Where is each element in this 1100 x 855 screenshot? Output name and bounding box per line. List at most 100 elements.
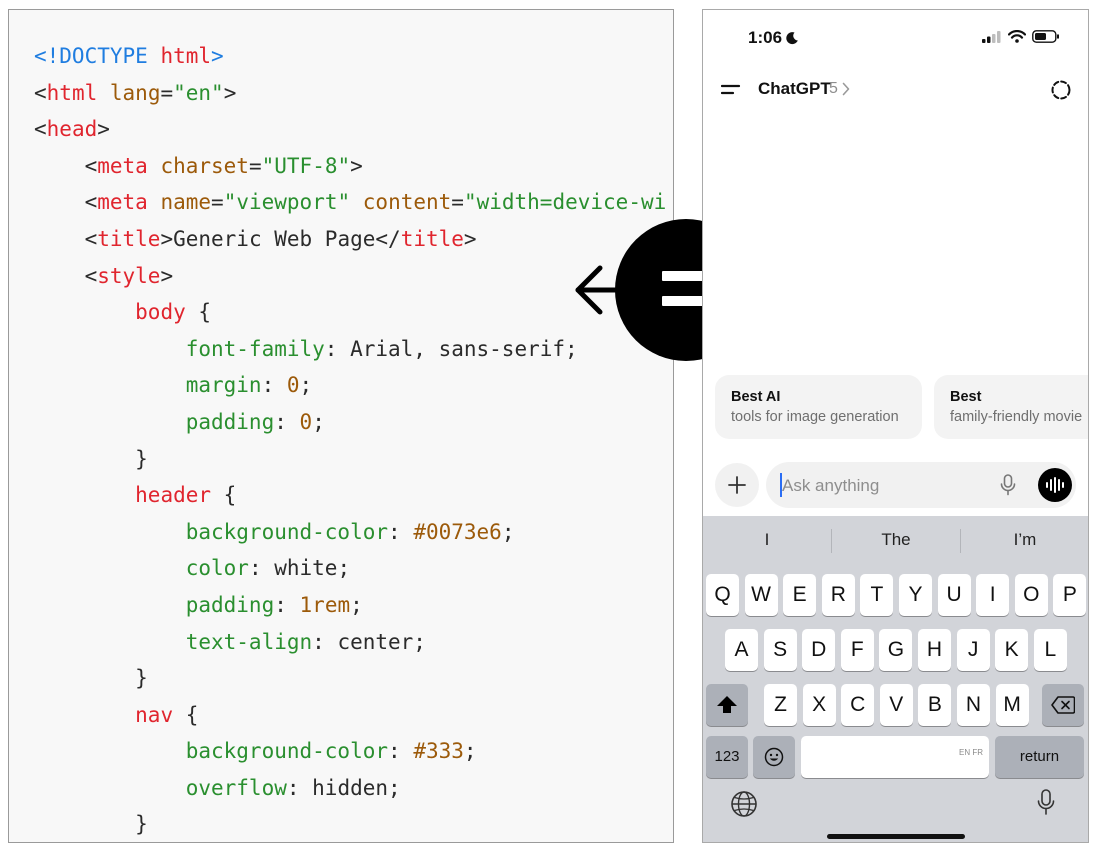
key-l[interactable]: L bbox=[1033, 629, 1067, 671]
app-title[interactable]: ChatGPT bbox=[758, 79, 831, 99]
key-e[interactable]: E bbox=[783, 574, 817, 616]
menu-icon[interactable] bbox=[721, 82, 741, 98]
key-y[interactable]: Y bbox=[899, 574, 932, 616]
message-input[interactable]: Ask anything bbox=[782, 476, 879, 496]
code-token: : bbox=[274, 409, 300, 434]
key-k[interactable]: K bbox=[995, 629, 1029, 671]
delete-key[interactable] bbox=[1042, 684, 1084, 726]
key-z[interactable]: Z bbox=[764, 684, 797, 726]
code-token: = bbox=[248, 153, 262, 178]
code-line: background-color: #0073e6; bbox=[34, 514, 666, 551]
key-j[interactable]: J bbox=[956, 629, 990, 671]
code-token: } bbox=[34, 446, 148, 471]
code-token: "width=device-wi bbox=[463, 190, 667, 215]
prediction-item[interactable]: The bbox=[832, 516, 960, 564]
key-h[interactable]: H bbox=[918, 629, 951, 671]
code-token: 0 bbox=[286, 373, 300, 398]
attach-button[interactable] bbox=[715, 463, 759, 507]
prediction-item[interactable]: I’m bbox=[961, 516, 1088, 564]
code-token: ; bbox=[312, 409, 325, 434]
code-line: margin: 0; bbox=[34, 367, 666, 404]
status-time: 1:06 bbox=[748, 28, 783, 47]
dashed-circle-icon[interactable] bbox=[1050, 79, 1072, 101]
status-clock: 1:06 bbox=[748, 28, 799, 48]
chevron-right-icon[interactable] bbox=[842, 82, 850, 96]
key-p[interactable]: P bbox=[1053, 574, 1087, 616]
emoji-key[interactable] bbox=[753, 736, 795, 778]
code-line: <meta charset="UTF-8"> bbox=[34, 148, 666, 185]
key-q[interactable]: Q bbox=[706, 574, 739, 616]
code-token: < bbox=[34, 153, 98, 178]
code-token: : bbox=[274, 592, 300, 617]
code-token: body bbox=[135, 300, 186, 325]
key-c[interactable]: C bbox=[841, 684, 875, 726]
key-s[interactable]: S bbox=[763, 629, 797, 671]
code-token: : hidden; bbox=[286, 775, 401, 800]
code-token: > bbox=[160, 263, 174, 288]
code-token: : Arial, sans-serif; bbox=[324, 336, 578, 361]
code-token: "viewport" bbox=[223, 190, 351, 215]
dictation-microphone-icon[interactable] bbox=[1036, 788, 1056, 818]
code-line: color: white; bbox=[34, 550, 666, 587]
key-r[interactable]: R bbox=[821, 574, 855, 616]
key-a[interactable]: A bbox=[725, 629, 758, 671]
return-key[interactable]: return bbox=[995, 736, 1084, 778]
code-panel: <!DOCTYPE html> <html lang="en"> <head> <m… bbox=[8, 9, 674, 843]
code-line: } bbox=[34, 806, 666, 842]
shift-key[interactable] bbox=[706, 684, 748, 726]
key-n[interactable]: N bbox=[957, 684, 990, 726]
model-version[interactable]: 5 bbox=[829, 80, 838, 98]
code-line: <html lang="en"> bbox=[34, 75, 666, 112]
backspace-icon bbox=[1051, 696, 1076, 714]
code-line: padding: 0; bbox=[34, 404, 666, 441]
home-indicator[interactable] bbox=[827, 834, 965, 839]
code-token: : center; bbox=[312, 629, 426, 654]
code-token: 1rem bbox=[299, 592, 351, 617]
code-token: padding bbox=[185, 592, 275, 617]
code-line: <!DOCTYPE html> bbox=[34, 38, 666, 75]
key-f[interactable]: F bbox=[840, 629, 874, 671]
message-input-bar[interactable]: Ask anything bbox=[766, 462, 1076, 508]
suggestion-card[interactable]: Best AI tools for image generation bbox=[715, 375, 922, 439]
key-u[interactable]: U bbox=[937, 574, 971, 616]
battery-icon bbox=[1032, 30, 1059, 43]
code-token: = bbox=[211, 190, 224, 215]
key-g[interactable]: G bbox=[879, 629, 913, 671]
plus-icon bbox=[728, 476, 746, 494]
globe-icon[interactable] bbox=[730, 790, 758, 818]
key-v[interactable]: V bbox=[879, 684, 913, 726]
prediction-item[interactable]: I bbox=[703, 516, 831, 564]
code-token: < bbox=[34, 80, 47, 105]
key-x[interactable]: X bbox=[802, 684, 836, 726]
code-token: { bbox=[185, 300, 212, 325]
key-d[interactable]: D bbox=[802, 629, 836, 671]
key-t[interactable]: T bbox=[860, 574, 894, 616]
key-b[interactable]: B bbox=[918, 684, 952, 726]
numbers-key[interactable]: 123 bbox=[706, 736, 748, 778]
code-token: > bbox=[211, 44, 224, 68]
key-i[interactable]: I bbox=[976, 574, 1010, 616]
key-w[interactable]: W bbox=[744, 574, 778, 616]
code-token: { bbox=[173, 702, 199, 727]
suggestion-card[interactable]: Best family-friendly movie bbox=[934, 375, 1088, 439]
code-token: head bbox=[46, 117, 98, 142]
code-token: ; bbox=[350, 592, 363, 617]
code-token: } bbox=[34, 812, 148, 837]
microphone-icon[interactable] bbox=[1000, 474, 1016, 496]
key-m[interactable]: M bbox=[995, 684, 1029, 726]
code-token: : bbox=[388, 519, 414, 544]
suggestion-subtitle: tools for image generation bbox=[731, 409, 899, 425]
code-token: Generic Web Page bbox=[173, 226, 376, 251]
code-line: <meta name="viewport" content="width=dev… bbox=[34, 184, 667, 221]
space-key[interactable]: EN FR bbox=[801, 736, 989, 778]
code-token: meta bbox=[97, 153, 148, 178]
key-o[interactable]: O bbox=[1014, 574, 1048, 616]
voice-mode-button[interactable] bbox=[1038, 468, 1072, 502]
